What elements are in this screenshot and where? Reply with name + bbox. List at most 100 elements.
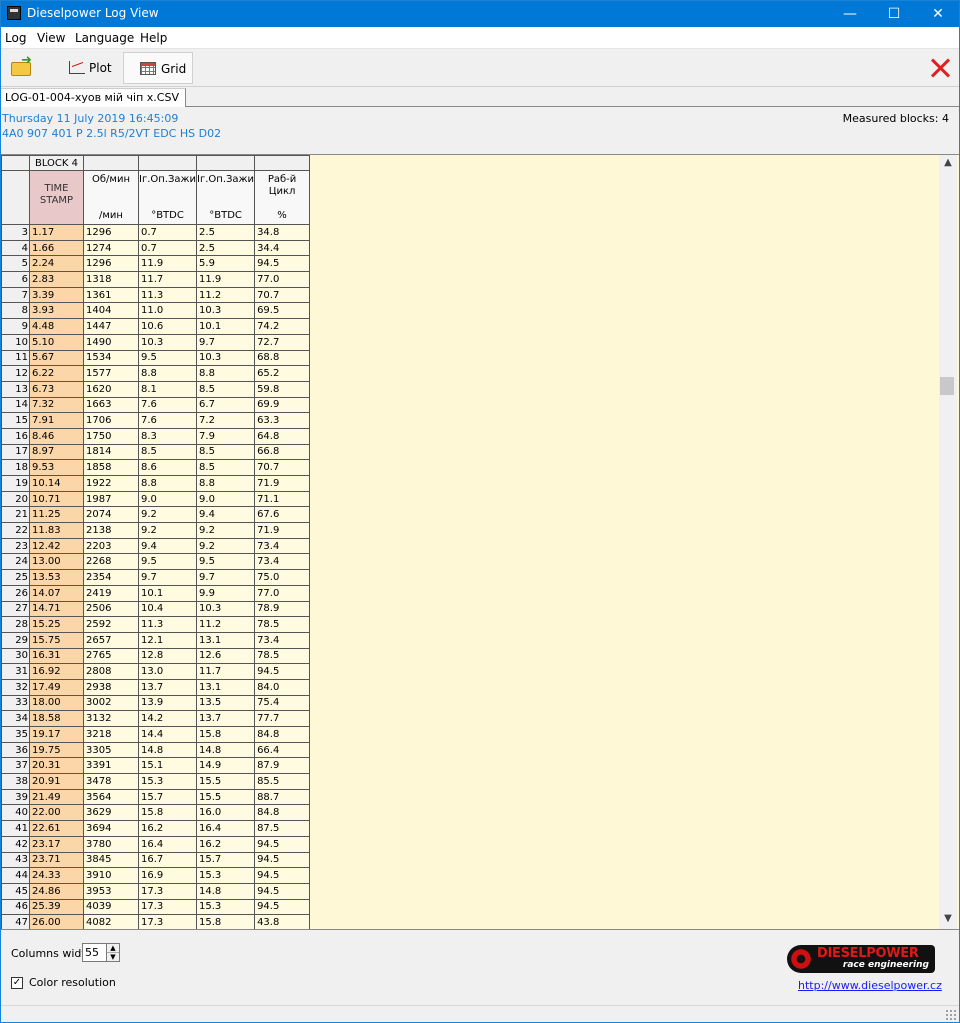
table-cell[interactable]: 94.5 [254,898,311,916]
open-log-button[interactable]: ➜ [9,54,35,80]
table-cell[interactable]: 15.8 [196,726,256,743]
table-cell[interactable]: 1922 [83,475,139,492]
table-cell[interactable]: 73.4 [254,553,311,571]
table-cell[interactable]: 2657 [83,631,139,649]
table-cell[interactable]: 3478 [83,773,139,790]
column-header[interactable]: TIME STAMP [29,170,84,225]
table-cell[interactable]: 8.5 [196,443,256,461]
table-cell[interactable]: 9.0 [137,490,198,508]
table-cell[interactable]: 77.0 [254,584,311,602]
table-cell[interactable]: 3845 [83,851,139,869]
timestamp-cell[interactable]: 14.71 [29,600,84,618]
title-bar[interactable]: Dieselpower Log View — ☐ ✕ [1,1,959,27]
table-cell[interactable]: 43.8 [254,914,311,929]
table-cell[interactable]: 78.5 [254,647,311,665]
table-cell[interactable]: 2808 [83,663,139,680]
table-cell[interactable]: 66.4 [254,741,311,759]
timestamp-cell[interactable]: 18.58 [29,710,84,727]
table-cell[interactable]: 15.8 [137,804,198,822]
close-log-icon[interactable] [929,57,953,79]
table-cell[interactable]: 8.8 [196,365,256,382]
table-cell[interactable]: 14.2 [137,710,198,727]
table-cell[interactable]: 10.3 [196,302,256,320]
table-cell[interactable]: 16.0 [196,804,256,822]
table-cell[interactable]: 71.9 [254,475,311,492]
table-cell[interactable]: 67.6 [254,506,311,524]
table-cell[interactable]: 0.7 [137,239,198,257]
table-cell[interactable]: 17.3 [137,882,198,900]
table-cell[interactable]: 11.7 [196,663,256,680]
table-cell[interactable]: 5.9 [196,255,256,273]
timestamp-cell[interactable]: 23.71 [29,851,84,869]
spin-down-icon[interactable]: ▼ [107,953,119,962]
timestamp-cell[interactable]: 1.66 [29,239,84,257]
table-cell[interactable]: 11.2 [196,286,256,304]
table-cell[interactable]: 15.8 [196,914,256,929]
timestamp-cell[interactable]: 5.10 [29,333,84,351]
table-cell[interactable]: 1534 [83,349,139,367]
table-cell[interactable]: 15.7 [137,788,198,806]
table-cell[interactable]: 13.0 [137,663,198,680]
timestamp-cell[interactable]: 19.75 [29,741,84,759]
table-cell[interactable]: 77.7 [254,710,311,727]
table-cell[interactable]: 1663 [83,396,139,414]
timestamp-cell[interactable]: 22.61 [29,820,84,837]
minimize-button[interactable]: — [827,1,873,27]
table-cell[interactable]: 2074 [83,506,139,524]
table-cell[interactable]: 2506 [83,600,139,618]
resize-grip-icon[interactable] [945,1009,957,1021]
table-cell[interactable]: 11.3 [137,616,198,633]
timestamp-cell[interactable]: 17.49 [29,678,84,696]
table-cell[interactable]: 13.7 [137,678,198,696]
table-cell[interactable]: 2592 [83,616,139,633]
table-cell[interactable]: 15.5 [196,788,256,806]
table-cell[interactable]: 4039 [83,898,139,916]
table-cell[interactable]: 11.9 [196,271,256,288]
table-cell[interactable]: 78.5 [254,616,311,633]
table-cell[interactable]: 64.8 [254,427,311,445]
table-cell[interactable]: 15.5 [196,773,256,790]
table-cell[interactable]: 9.7 [196,333,256,351]
table-cell[interactable]: 85.5 [254,773,311,790]
table-cell[interactable]: 1858 [83,459,139,476]
table-cell[interactable]: 12.1 [137,631,198,649]
table-cell[interactable]: 3132 [83,710,139,727]
table-cell[interactable]: 7.6 [137,396,198,414]
table-cell[interactable]: 16.4 [137,835,198,853]
timestamp-cell[interactable]: 24.33 [29,867,84,884]
timestamp-cell[interactable]: 16.92 [29,663,84,680]
table-cell[interactable]: 9.2 [137,522,198,539]
table-cell[interactable]: 16.4 [196,820,256,837]
table-cell[interactable]: 9.0 [196,490,256,508]
table-cell[interactable]: 16.2 [196,835,256,853]
timestamp-cell[interactable]: 13.00 [29,553,84,571]
table-cell[interactable]: 10.4 [137,600,198,618]
table-cell[interactable]: 1296 [83,224,139,241]
table-cell[interactable]: 3564 [83,788,139,806]
table-cell[interactable]: 3391 [83,757,139,775]
table-cell[interactable]: 13.5 [196,694,256,712]
table-cell[interactable]: 2938 [83,678,139,696]
table-cell[interactable]: 8.5 [137,443,198,461]
table-cell[interactable]: 1987 [83,490,139,508]
timestamp-cell[interactable]: 23.17 [29,835,84,853]
table-cell[interactable]: 2419 [83,584,139,602]
table-cell[interactable]: 8.5 [196,459,256,476]
table-cell[interactable]: 94.5 [254,851,311,869]
vertical-scrollbar[interactable]: ▲ ▼ [939,155,957,929]
table-cell[interactable]: 15.7 [196,851,256,869]
timestamp-cell[interactable]: 3.93 [29,302,84,320]
table-cell[interactable]: 9.7 [137,569,198,586]
table-cell[interactable]: 9.4 [137,537,198,555]
table-cell[interactable]: 63.3 [254,412,311,429]
table-cell[interactable]: 9.2 [196,522,256,539]
table-cell[interactable]: 88.7 [254,788,311,806]
table-cell[interactable]: 11.0 [137,302,198,320]
table-cell[interactable]: 7.6 [137,412,198,429]
timestamp-cell[interactable]: 16.31 [29,647,84,665]
table-cell[interactable]: 94.5 [254,867,311,884]
table-cell[interactable]: 3002 [83,694,139,712]
table-cell[interactable]: 1814 [83,443,139,461]
table-cell[interactable]: 70.7 [254,459,311,476]
table-cell[interactable]: 8.8 [137,475,198,492]
